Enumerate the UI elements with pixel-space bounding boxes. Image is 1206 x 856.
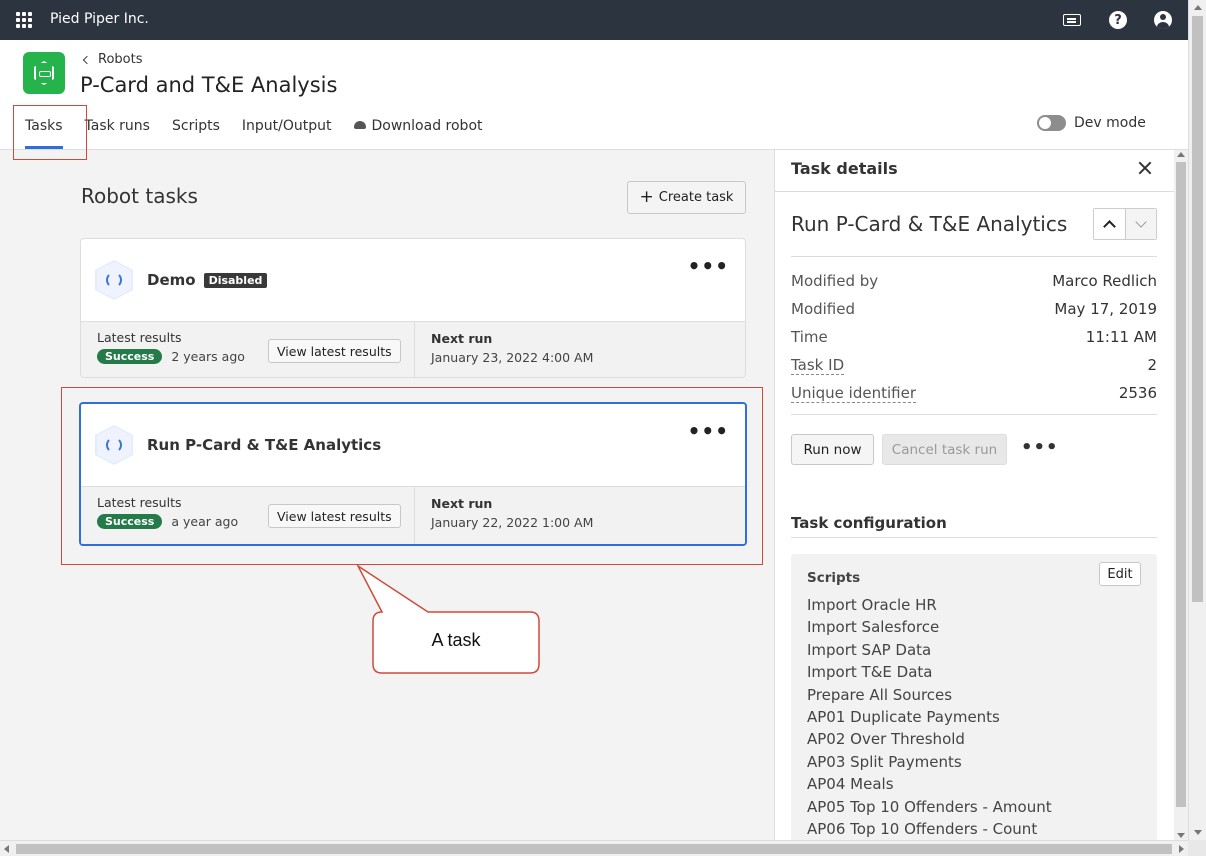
next-run-label: Next run [431, 331, 493, 346]
task-nav-group [1093, 208, 1157, 240]
robot-header: Robots P-Card and T&E Analysis Tasks Tas… [0, 40, 1188, 150]
scripts-box: Scripts Edit Import Oracle HR Import Sal… [791, 554, 1157, 840]
list-item: Import Salesforce [807, 618, 940, 637]
divider [791, 256, 1157, 257]
panel-title: Task details [791, 159, 898, 178]
list-item: AP05 Top 10 Offenders - Amount [807, 797, 1052, 816]
annotation-callout [356, 563, 540, 674]
section-title: Robot tasks [81, 184, 198, 208]
callout-text: A task [431, 630, 481, 650]
result-age: 2 years ago [171, 349, 245, 364]
disabled-badge: Disabled [203, 272, 268, 288]
robot-logo-icon [23, 52, 65, 94]
task-name: Demo [147, 271, 196, 289]
chevron-down-icon [1135, 216, 1147, 228]
tab-download-robot[interactable]: Download robot [343, 104, 494, 150]
scripts-label: Scripts [807, 570, 861, 586]
scroll-left-arrow-icon[interactable] [4, 845, 9, 853]
keyboard-icon[interactable] [1062, 10, 1082, 30]
meta-modified: Modified May 17, 2019 [791, 300, 1157, 318]
scroll-thumb[interactable] [1176, 162, 1186, 807]
task-details-panel: Task details Run P-Card & T&E Analytics … [774, 150, 1174, 840]
breadcrumb-robots[interactable]: Robots [98, 52, 142, 67]
next-run-date: January 23, 2022 4:00 AM [431, 350, 594, 365]
cancel-task-run-button[interactable]: Cancel task run [882, 434, 1007, 465]
org-name: Pied Piper Inc. [50, 11, 149, 27]
status-badge: Success [97, 349, 163, 364]
edit-scripts-button[interactable]: Edit [1099, 562, 1141, 586]
overflow-menu-icon[interactable]: ••• [688, 256, 729, 276]
task-detail-title: Run P-Card & T&E Analytics [791, 212, 1068, 236]
page-horizontal-scrollbar[interactable] [0, 840, 1188, 856]
breadcrumb[interactable]: Robots [82, 52, 142, 67]
page-title: P-Card and T&E Analysis [80, 73, 338, 97]
chevron-left-icon [82, 55, 92, 64]
apps-grid-icon[interactable] [16, 12, 32, 28]
scroll-right-arrow-icon[interactable] [1179, 845, 1184, 853]
panel-scrollbar[interactable] [1174, 150, 1188, 840]
annotation-tab-highlight [13, 105, 87, 160]
scroll-down-arrow-icon[interactable] [1194, 830, 1202, 835]
task-card-demo[interactable]: Demo Disabled ••• Latest results Success… [80, 238, 746, 378]
tab-scripts[interactable]: Scripts [161, 104, 231, 150]
create-task-button[interactable]: + Create task [627, 181, 746, 214]
list-item: AP06 Top 10 Offenders - Count [807, 819, 1038, 838]
scroll-up-arrow-icon[interactable] [1177, 152, 1185, 157]
page-vertical-scrollbar[interactable] [1188, 0, 1206, 840]
script-list: Import Oracle HR Import Salesforce Impor… [807, 594, 1052, 840]
previous-task-button[interactable] [1094, 209, 1125, 239]
user-icon[interactable] [1153, 10, 1173, 30]
scroll-thumb[interactable] [16, 844, 1172, 854]
plus-icon: + [639, 187, 654, 207]
annotation-task-highlight [61, 387, 763, 565]
list-item: AP04 Meals [807, 775, 894, 794]
list-item: Import Oracle HR [807, 596, 937, 614]
list-item: Prepare All Sources [807, 685, 953, 704]
toggle-switch[interactable] [1037, 115, 1066, 131]
meta-time: Time 11:11 AM [791, 328, 1157, 346]
scroll-thumb[interactable] [1192, 16, 1203, 602]
top-bar: Pied Piper Inc. ? [0, 0, 1188, 40]
chevron-up-icon [1103, 220, 1116, 233]
divider [791, 414, 1157, 415]
overflow-menu-icon[interactable]: ••• [1021, 437, 1059, 458]
view-latest-results-button[interactable]: View latest results [268, 339, 401, 363]
cloud-download-icon [353, 121, 366, 129]
run-now-button[interactable]: Run now [791, 434, 874, 465]
list-item: AP02 Over Threshold [807, 730, 965, 749]
sync-icon [95, 260, 133, 300]
scroll-down-arrow-icon[interactable] [1177, 833, 1185, 838]
meta-unique-identifier: Unique identifier 2536 [791, 384, 1157, 403]
list-item: Import T&E Data [807, 663, 933, 682]
divider [791, 537, 1157, 538]
next-task-button[interactable] [1125, 209, 1156, 239]
meta-task-id: Task ID 2 [791, 356, 1157, 375]
scroll-up-arrow-icon[interactable] [1194, 5, 1202, 10]
scrollbar-corner [1188, 840, 1206, 856]
list-item: AP01 Duplicate Payments [807, 707, 1000, 726]
help-icon[interactable]: ? [1108, 10, 1128, 30]
close-icon[interactable] [1137, 160, 1153, 176]
meta-modified-by: Modified by Marco Redlich [791, 272, 1157, 290]
tab-input-output[interactable]: Input/Output [231, 104, 343, 150]
task-configuration-title: Task configuration [791, 514, 947, 532]
dev-mode-label: Dev mode [1074, 115, 1146, 131]
list-item: Import SAP Data [807, 640, 932, 659]
dev-mode-toggle[interactable]: Dev mode [1037, 115, 1146, 131]
list-item: AP03 Split Payments [807, 752, 962, 771]
